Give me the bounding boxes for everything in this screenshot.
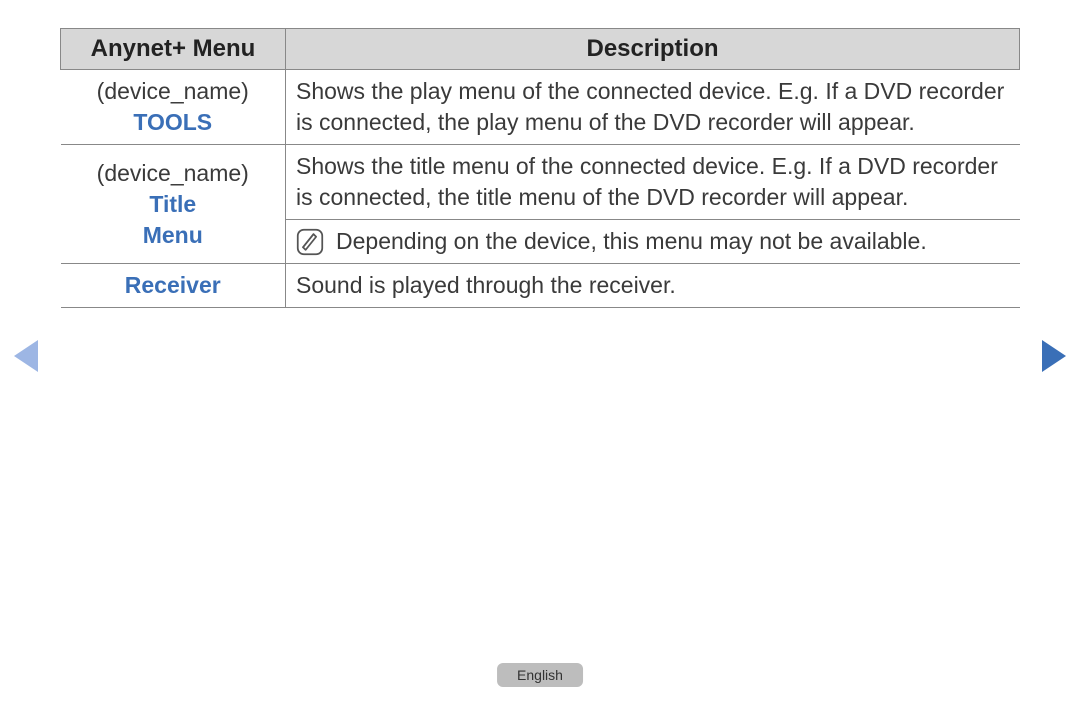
description-cell: Shows the play menu of the connected dev… — [286, 70, 1020, 145]
table-row: Receiver Sound is played through the rec… — [61, 264, 1020, 308]
menu-label-menu: Menu — [143, 222, 203, 248]
device-name-placeholder: (device_name) — [97, 78, 249, 104]
table-row: (device_name) TOOLS Shows the play menu … — [61, 70, 1020, 145]
note-icon — [296, 228, 324, 256]
table-header-description: Description — [286, 29, 1020, 70]
menu-label-receiver: Receiver — [125, 272, 221, 298]
anynet-menu-table: Anynet+ Menu Description (device_name) T… — [60, 28, 1020, 308]
prev-page-arrow[interactable] — [14, 340, 38, 372]
description-cell: Sound is played through the receiver. — [286, 264, 1020, 308]
menu-label-tools: TOOLS — [133, 109, 212, 135]
description-cell: Shows the title menu of the connected de… — [286, 145, 1020, 220]
menu-label-title: Title — [149, 191, 196, 217]
next-page-arrow[interactable] — [1042, 340, 1066, 372]
table-row: (device_name) Title Menu Shows the title… — [61, 145, 1020, 220]
device-name-placeholder: (device_name) — [97, 160, 249, 186]
table-header-menu: Anynet+ Menu — [61, 29, 286, 70]
note-text: Depending on the device, this menu may n… — [336, 226, 927, 257]
language-badge: English — [497, 663, 583, 687]
